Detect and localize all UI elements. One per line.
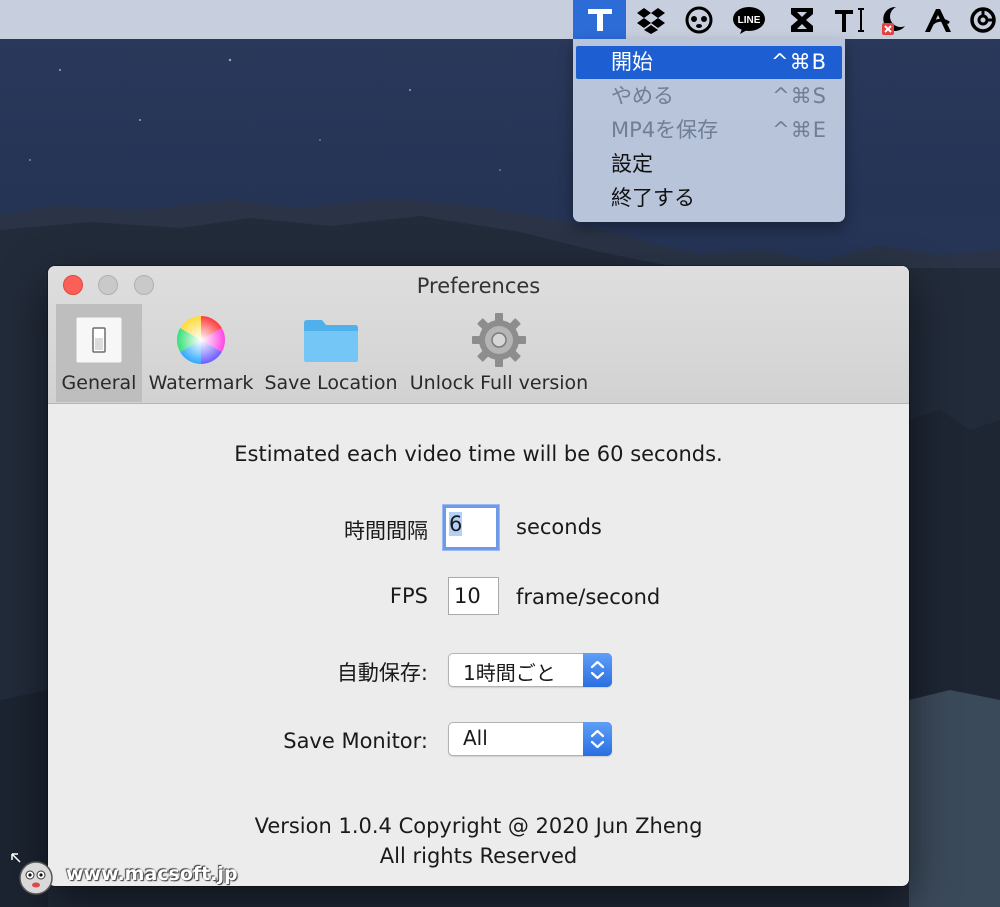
tab-general-label: General [61,372,137,394]
moon-badge-icon[interactable] [874,0,912,39]
hourglass-icon[interactable] [783,0,821,39]
dropbox-icon[interactable] [632,0,670,39]
autosave-value: 1時間ごと [463,661,556,685]
tab-unlock-full-version[interactable]: Unlock Full version [408,304,590,402]
fps-value: 10 [454,584,481,608]
tab-watermark-label: Watermark [148,372,254,394]
watermark-text: www.macsoft.jp [66,863,238,885]
fps-input[interactable]: 10 [448,577,499,615]
save-monitor-label: Save Monitor: [283,729,428,753]
window-title: Preferences [416,274,541,298]
panda-icon[interactable] [680,0,718,39]
knot-icon[interactable] [965,0,1000,39]
interval-value: 6 [449,512,463,536]
macsoft-watermark: www.macsoft.jp [10,852,238,896]
tab-watermark[interactable]: Watermark [148,304,254,402]
menu-item-stop: やめる ^⌘S [611,84,827,108]
interval-input[interactable]: 6 [443,505,499,550]
menu-bar: LINE [0,0,1000,39]
autosave-popup[interactable]: 1時間ごと [448,653,612,687]
version-text: Version 1.0.4 Copyright @ 2020 Jun Zheng [254,814,703,838]
gear-icon [408,312,590,368]
mascot-icon [11,853,53,895]
fps-unit: frame/second [516,585,661,609]
chevron-updown-icon [583,722,612,756]
text-cursor-icon[interactable] [830,0,870,39]
menu-item-start[interactable]: 開始 ^⌘B [576,46,842,79]
tab-general[interactable]: General [56,304,142,402]
t-app-icon[interactable] [573,0,626,39]
estimate-text: Estimated each video time will be 60 sec… [234,442,723,466]
svg-text:LINE: LINE [738,15,761,26]
menu-item-settings[interactable]: 設定 [576,148,842,181]
a-app-icon[interactable] [919,0,957,39]
interval-unit: seconds [516,515,602,539]
save-monitor-popup[interactable]: All [448,722,612,756]
line-icon[interactable]: LINE [728,0,770,39]
switch-icon [56,312,142,368]
general-pane: Estimated each video time will be 60 sec… [48,404,909,886]
autosave-label: 自動保存: [336,661,428,685]
tab-unlock-label: Unlock Full version [409,372,589,394]
window-titlebar: Preferences General Watermark Save Locat… [48,266,909,404]
fps-label: FPS [389,584,428,608]
tab-save-location[interactable]: Save Location [264,304,398,402]
save-monitor-value: All [463,726,488,750]
menu-item-quit[interactable]: 終了する [576,182,842,215]
chevron-updown-icon [583,653,612,687]
interval-label: 時間間隔 [344,519,428,543]
menu-item-save-mp4: MP4を保存 ^⌘E [611,118,827,142]
folder-icon [264,312,398,368]
color-wheel-icon [148,312,254,368]
preferences-window: Preferences General Watermark Save Locat… [48,266,909,886]
tab-save-location-label: Save Location [264,372,398,394]
status-menu-dropdown: 開始 ^⌘B やめる ^⌘S MP4を保存 ^⌘E 設定 終了する [573,39,845,222]
